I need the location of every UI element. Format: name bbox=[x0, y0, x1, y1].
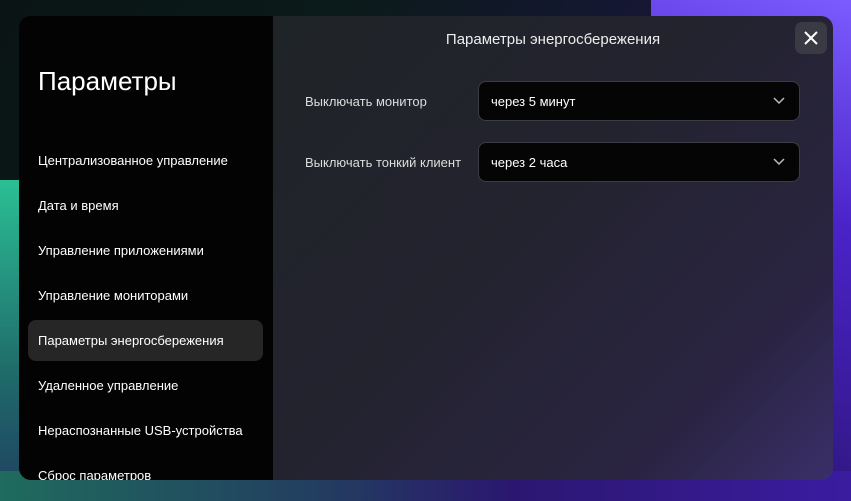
sidebar-title: Параметры bbox=[38, 66, 177, 96]
monitor-off-select[interactable]: через 5 минут bbox=[478, 81, 800, 121]
monitor-off-value: через 5 минут bbox=[491, 93, 576, 109]
close-icon bbox=[804, 31, 818, 45]
sidebar-nav: Централизованное управление Дата и время… bbox=[28, 140, 263, 480]
sidebar-item-power-saving[interactable]: Параметры энергосбережения bbox=[28, 320, 263, 361]
monitor-off-row: Выключать монитор через 5 минут bbox=[305, 81, 800, 121]
sidebar: Параметры Централизованное управление Да… bbox=[19, 16, 273, 480]
chevron-down-icon bbox=[773, 158, 785, 166]
page-title: Параметры энергосбережения bbox=[445, 31, 661, 48]
sidebar-item-remote-management[interactable]: Удаленное управление bbox=[28, 365, 263, 406]
sidebar-item-reset[interactable]: Сброс параметров bbox=[28, 455, 263, 480]
chevron-down-icon bbox=[773, 97, 785, 105]
sidebar-item-date-time[interactable]: Дата и время bbox=[28, 185, 263, 226]
settings-window: Параметры Централизованное управление Да… bbox=[19, 16, 833, 480]
sidebar-item-app-management[interactable]: Управление приложениями bbox=[28, 230, 263, 271]
client-off-value: через 2 часа bbox=[491, 154, 568, 170]
client-off-select[interactable]: через 2 часа bbox=[478, 142, 800, 182]
client-off-row: Выключать тонкий клиент через 2 часа bbox=[305, 142, 800, 182]
sidebar-item-central-management[interactable]: Централизованное управление bbox=[28, 140, 263, 181]
close-button[interactable] bbox=[795, 22, 827, 54]
client-off-label: Выключать тонкий клиент bbox=[305, 154, 462, 170]
sidebar-item-monitor-management[interactable]: Управление мониторами bbox=[28, 275, 263, 316]
main-panel: Параметры энергосбережения Выключать мон… bbox=[273, 16, 833, 480]
monitor-off-label: Выключать монитор bbox=[305, 93, 427, 109]
sidebar-item-usb-devices[interactable]: Нераспознанные USB-устройства bbox=[28, 410, 263, 451]
